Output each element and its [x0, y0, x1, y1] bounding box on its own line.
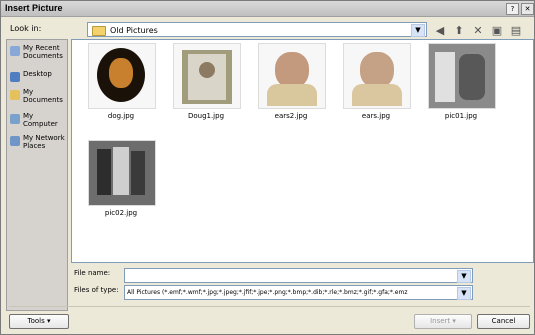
place-label: My Documents [23, 88, 63, 104]
folder-icon [92, 26, 106, 36]
place-label: Desktop [23, 70, 52, 78]
recent-documents-icon [10, 46, 20, 56]
dialog-toolbar: ◀ ⬆ ✕ ▣ ▤ [432, 22, 524, 38]
file-name-input[interactable]: ▼ [124, 268, 473, 283]
file-name-label: dog.jpg [107, 112, 135, 120]
network-places-icon [10, 136, 20, 146]
file-item-ears[interactable]: ears.jpg [343, 43, 411, 120]
up-one-level-icon[interactable]: ⬆ [451, 22, 467, 38]
help-button[interactable]: ? [506, 3, 519, 15]
files-of-type-label: Files of type: [74, 286, 119, 294]
insert-button[interactable]: Insert ▾ [414, 314, 472, 329]
title-bar: Insert Picture ? ✕ [1, 1, 534, 17]
file-item-ears2[interactable]: ears2.jpg [258, 43, 326, 120]
cancel-button[interactable]: Cancel [477, 314, 530, 329]
file-list: dog.jpg Doug1.jpg ears2.jpg ears.jpg pic… [71, 39, 534, 263]
look-in-value: Old Pictures [110, 26, 158, 35]
thumbnail-ears [343, 43, 411, 109]
file-name-label: ears.jpg [361, 112, 391, 120]
place-my-computer[interactable]: My Computer [7, 112, 67, 132]
thumbnail-ears2 [258, 43, 326, 109]
place-label: My Computer [23, 112, 58, 128]
chevron-down-icon[interactable]: ▼ [411, 24, 425, 37]
tools-button[interactable]: Tools ▾ [9, 314, 69, 329]
file-item-pic02[interactable]: pic02.jpg [88, 140, 156, 217]
insert-picture-dialog: Insert Picture ? ✕ Look in: Old Pictures… [0, 0, 535, 335]
place-label: My Recent Documents [23, 44, 63, 60]
file-name-label: File name: [74, 269, 111, 277]
file-name-label: pic01.jpg [444, 112, 478, 120]
divider [9, 306, 530, 307]
file-item-pic01[interactable]: pic01.jpg [428, 43, 496, 120]
delete-icon[interactable]: ✕ [470, 22, 486, 38]
thumbnail-pic01 [428, 43, 496, 109]
file-name-label: ears2.jpg [274, 112, 308, 120]
new-folder-icon[interactable]: ▣ [489, 22, 505, 38]
file-name-label: Doug1.jpg [187, 112, 225, 120]
file-item-dog[interactable]: dog.jpg [88, 43, 156, 120]
files-of-type-dropdown[interactable]: All Pictures (*.emf;*.wmf;*.jpg;*.jpeg;*… [124, 285, 473, 300]
place-desktop[interactable]: Desktop [7, 70, 67, 82]
help-icon: ? [510, 5, 515, 13]
views-icon[interactable]: ▤ [508, 22, 524, 38]
tools-label: Tools [27, 317, 45, 325]
close-icon: ✕ [524, 5, 531, 13]
chevron-down-icon: ▾ [452, 317, 456, 325]
thumbnail-pic02 [88, 140, 156, 206]
place-label: My Network Places [23, 134, 65, 150]
look-in-label: Look in: [10, 24, 42, 33]
places-bar: My Recent Documents Desktop My Documents… [6, 39, 68, 311]
desktop-icon [10, 72, 20, 82]
files-of-type-value: All Pictures (*.emf;*.wmf;*.jpg;*.jpeg;*… [127, 289, 408, 296]
chevron-down-icon: ▾ [46, 317, 51, 325]
place-my-documents[interactable]: My Documents [7, 88, 67, 108]
file-item-doug1[interactable]: Doug1.jpg [173, 43, 241, 120]
look-in-dropdown[interactable]: Old Pictures ▼ [87, 22, 427, 37]
window-title: Insert Picture [5, 3, 63, 13]
back-icon[interactable]: ◀ [432, 22, 448, 38]
my-computer-icon [10, 114, 20, 124]
file-name-label: pic02.jpg [104, 209, 138, 217]
place-network-places[interactable]: My Network Places [7, 134, 67, 154]
insert-label: Insert [430, 317, 451, 325]
chevron-down-icon[interactable]: ▼ [457, 270, 471, 283]
close-button[interactable]: ✕ [521, 3, 534, 15]
chevron-down-icon[interactable]: ▼ [457, 287, 471, 300]
place-recent-documents[interactable]: My Recent Documents [7, 44, 67, 66]
thumbnail-doug1 [173, 43, 241, 109]
thumbnail-dog [88, 43, 156, 109]
my-documents-icon [10, 90, 20, 100]
cancel-label: Cancel [491, 317, 516, 325]
